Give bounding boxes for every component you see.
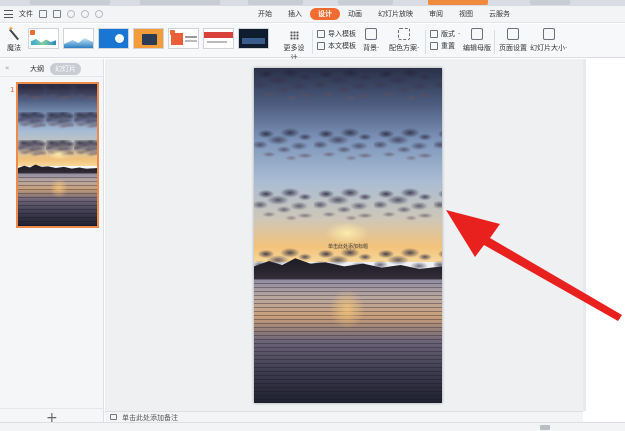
document-tab[interactable] xyxy=(30,0,110,5)
page-setup-icon xyxy=(507,28,519,40)
text-template-label: 本文模板 xyxy=(328,42,356,50)
layout-group: 版式 · 重置 xyxy=(430,28,460,52)
layout-label: 版式 xyxy=(441,30,455,38)
hamburger-icon[interactable] xyxy=(4,10,13,18)
redo-icon[interactable] xyxy=(81,10,89,18)
tab-slideshow[interactable]: 幻灯片放映 xyxy=(370,8,421,20)
template-thumbnail[interactable] xyxy=(63,28,94,49)
slide-size-icon xyxy=(542,28,555,40)
tab-design[interactable]: 设计 xyxy=(310,8,340,20)
document-tab[interactable] xyxy=(248,0,303,5)
slide-size-button[interactable]: 幻灯片大小· xyxy=(530,28,567,53)
document-tab-active[interactable] xyxy=(428,0,488,5)
menu-bar: 文件 开始 插入 设计 动画 幻灯片放映 审阅 视图 云服务 xyxy=(0,6,625,23)
current-slide[interactable]: 单击此处添加标题 xyxy=(254,68,442,403)
slide-number: 1 xyxy=(10,86,15,94)
color-scheme-icon xyxy=(398,28,411,40)
panel-divider xyxy=(0,408,104,409)
dropdown-caret-icon: · xyxy=(377,44,380,52)
tab-insert[interactable]: 插入 xyxy=(280,8,310,20)
tab-home[interactable]: 开始 xyxy=(250,8,280,20)
tab-review[interactable]: 审阅 xyxy=(421,8,451,20)
template-thumbnail[interactable] xyxy=(203,28,234,49)
dropdown-caret-icon: · xyxy=(417,44,420,52)
design-ribbon: 魔法 更多设计 导入模板 本文模板 背景· 配色方案· xyxy=(0,24,625,62)
edit-master-button[interactable]: 编辑母版 xyxy=(463,28,491,53)
dropdown-caret-icon: · xyxy=(565,44,568,52)
notes-bar[interactable]: 单击此处添加备注 xyxy=(105,411,583,422)
slide-size-label: 幻灯片大小 xyxy=(530,44,565,52)
magic-label: 魔法 xyxy=(7,44,21,52)
tab-cloud[interactable]: 云服务 xyxy=(481,8,518,20)
vertical-scrollbar[interactable] xyxy=(583,59,586,411)
slide-thumbnail[interactable] xyxy=(16,82,99,228)
tab-view[interactable]: 视图 xyxy=(451,8,481,20)
template-thumbnail[interactable] xyxy=(98,28,129,49)
tab-animation[interactable]: 动画 xyxy=(340,8,370,20)
template-group: 导入模板 本文模板 xyxy=(317,28,356,52)
template-thumbnail[interactable] xyxy=(238,28,269,49)
grid-icon xyxy=(289,31,299,40)
file-menu[interactable]: 文件 xyxy=(19,9,33,19)
page-setup-button[interactable]: 页面设置 xyxy=(499,28,527,53)
edit-master-label: 编辑母版 xyxy=(463,44,491,52)
tab-slides[interactable]: 幻灯片 xyxy=(50,63,81,75)
ribbon-divider xyxy=(494,30,495,54)
undo-icon[interactable] xyxy=(67,10,75,18)
template-thumbnail[interactable] xyxy=(133,28,164,49)
slides-panel: « 大纲 幻灯片 1 xyxy=(0,59,104,422)
import-template-label: 导入模板 xyxy=(328,30,356,38)
layout-icon xyxy=(430,30,438,38)
edit-master-icon xyxy=(471,28,483,40)
text-template-button[interactable]: 本文模板 xyxy=(317,40,356,52)
collapse-panel-icon[interactable]: « xyxy=(5,64,9,72)
background-label: 背景 xyxy=(363,44,377,52)
status-bar xyxy=(0,422,625,431)
color-scheme-label: 配色方案 xyxy=(389,44,417,52)
reset-label: 重置 xyxy=(441,42,455,50)
magic-wand-icon xyxy=(8,25,20,40)
ribbon-divider xyxy=(425,30,426,54)
magic-button[interactable]: 魔法 xyxy=(5,25,23,53)
layout-button[interactable]: 版式 · xyxy=(430,28,460,40)
sunset-photo-thumbnail xyxy=(18,84,97,226)
text-template-icon xyxy=(317,42,325,50)
more-quick-icon[interactable] xyxy=(95,10,103,18)
reset-button[interactable]: 重置 xyxy=(430,40,460,52)
import-template-icon xyxy=(317,30,325,38)
save-icon[interactable] xyxy=(39,10,47,18)
sunset-photo xyxy=(254,68,442,403)
background-button[interactable]: 背景· xyxy=(363,28,379,53)
notes-icon xyxy=(110,414,117,420)
tab-outline[interactable]: 大纲 xyxy=(30,64,44,74)
background-icon xyxy=(365,28,378,40)
dropdown-caret-icon: · xyxy=(458,30,461,38)
reset-icon xyxy=(430,42,438,50)
title-placeholder[interactable]: 单击此处添加标题 xyxy=(254,243,442,250)
import-template-button[interactable]: 导入模板 xyxy=(317,28,356,40)
color-scheme-button[interactable]: 配色方案· xyxy=(389,28,419,53)
design-template-gallery xyxy=(28,28,269,49)
ribbon-divider xyxy=(312,30,313,54)
ribbon-tabs: 开始 插入 设计 动画 幻灯片放映 审阅 视图 云服务 xyxy=(250,8,518,20)
template-thumbnail[interactable] xyxy=(168,28,199,49)
document-tab[interactable] xyxy=(338,0,393,5)
page-setup-label: 页面设置 xyxy=(499,44,527,52)
template-thumbnail[interactable] xyxy=(28,28,59,49)
document-tab[interactable] xyxy=(140,0,220,5)
document-tab[interactable] xyxy=(530,0,570,5)
status-indicator xyxy=(540,425,550,430)
slides-panel-header: « 大纲 幻灯片 xyxy=(0,59,104,77)
print-icon[interactable] xyxy=(53,10,61,18)
